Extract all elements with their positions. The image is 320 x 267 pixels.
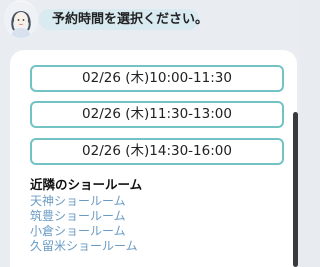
showroom-link[interactable]: 久留米ショールーム <box>30 239 138 254</box>
time-slot-button[interactable]: 02/26 (木)10:00-11:30 <box>30 65 284 92</box>
nearby-showrooms-title: 近隣のショールーム <box>30 177 143 192</box>
showroom-list: 天神ショールーム 筑豊ショールーム 小倉ショールーム 久留米ショールーム <box>30 194 138 254</box>
showroom-link[interactable]: 天神ショールーム <box>30 194 138 209</box>
assistant-avatar-icon <box>4 0 38 38</box>
scrollbar-thumb[interactable] <box>293 112 298 267</box>
time-slot-button[interactable]: 02/26 (木)14:30-16:00 <box>30 138 284 165</box>
assistant-message-row: 予約時間を選択ください。 <box>0 0 300 46</box>
showroom-link[interactable]: 筑豊ショールーム <box>30 209 138 224</box>
time-slot-button[interactable]: 02/26 (木)11:30-13:00 <box>30 101 284 128</box>
assistant-message-bubble: 予約時間を選択ください。 <box>39 9 208 30</box>
showroom-link[interactable]: 小倉ショールーム <box>30 224 138 239</box>
reservation-panel: 02/26 (木)10:00-11:30 02/26 (木)11:30-13:0… <box>10 50 297 267</box>
chat-screen: 予約時間を選択ください。 02/26 (木)10:00-11:30 02/26 … <box>0 0 300 267</box>
assistant-avatar-icon <box>4 2 38 38</box>
